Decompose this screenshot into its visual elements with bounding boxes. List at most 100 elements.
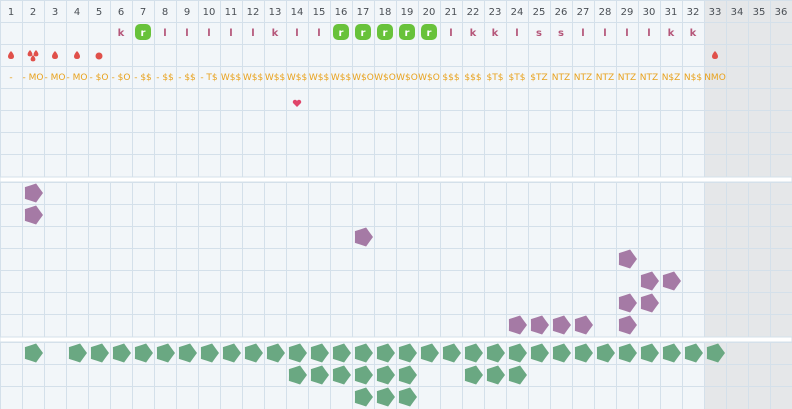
- column-header-15[interactable]: 15: [313, 7, 326, 18]
- code-label: - $$: [156, 73, 174, 83]
- column-header-28[interactable]: 28: [599, 7, 612, 18]
- letter-label: l: [207, 28, 210, 39]
- letter-cell[interactable]: l: [515, 28, 518, 39]
- column-header-26[interactable]: 26: [555, 7, 568, 18]
- column-header-36[interactable]: 36: [775, 7, 788, 18]
- letter-label: l: [515, 28, 518, 39]
- badge-r-cell[interactable]: r: [355, 24, 371, 40]
- column-header-16[interactable]: 16: [335, 7, 348, 18]
- code-label: - $O: [112, 73, 131, 83]
- badge-r-cell[interactable]: r: [421, 24, 437, 40]
- letter-cell[interactable]: k: [470, 28, 477, 39]
- code-label: - MO: [45, 73, 66, 83]
- letter-cell[interactable]: l: [647, 28, 650, 39]
- code-label: W$$: [287, 73, 307, 83]
- letter-label: k: [668, 28, 675, 39]
- code-label: - $O: [90, 73, 109, 83]
- letter-label: s: [536, 28, 542, 39]
- column-header-17[interactable]: 17: [357, 7, 370, 18]
- column-header-33[interactable]: 33: [709, 7, 722, 18]
- letter-cell[interactable]: l: [449, 28, 452, 39]
- letter-label: l: [251, 28, 254, 39]
- letter-cell[interactable]: l: [229, 28, 232, 39]
- code-label: W$O: [396, 73, 418, 83]
- code-label: - T$: [200, 73, 217, 83]
- column-header-12[interactable]: 12: [247, 7, 260, 18]
- column-header-29[interactable]: 29: [621, 7, 634, 18]
- column-header-3[interactable]: 3: [52, 7, 58, 18]
- column-header-4[interactable]: 4: [74, 7, 80, 18]
- letter-cell[interactable]: l: [185, 28, 188, 39]
- column-header-7[interactable]: 7: [140, 7, 146, 18]
- column-header-24[interactable]: 24: [511, 7, 524, 18]
- letter-cell[interactable]: k: [690, 28, 697, 39]
- letter-cell[interactable]: k: [492, 28, 499, 39]
- header-section: [0, 0, 792, 178]
- column-header-8[interactable]: 8: [162, 7, 168, 18]
- column-header-2[interactable]: 2: [30, 7, 36, 18]
- code-label: W$O: [418, 73, 440, 83]
- column-header-23[interactable]: 23: [489, 7, 502, 18]
- column-header-31[interactable]: 31: [665, 7, 678, 18]
- letter-cell[interactable]: l: [603, 28, 606, 39]
- letter-cell[interactable]: l: [251, 28, 254, 39]
- letter-cell[interactable]: k: [118, 28, 125, 39]
- column-header-34[interactable]: 34: [731, 7, 744, 18]
- letter-cell[interactable]: l: [207, 28, 210, 39]
- code-label: - MO: [23, 73, 44, 83]
- badge-r-cell[interactable]: r: [135, 24, 151, 40]
- badge-r-cell[interactable]: r: [333, 24, 349, 40]
- letter-cell[interactable]: l: [581, 28, 584, 39]
- column-header-35[interactable]: 35: [753, 7, 766, 18]
- letter-label: k: [470, 28, 477, 39]
- code-label: N$Z: [662, 73, 681, 83]
- letter-label: l: [295, 28, 298, 39]
- code-label: W$$: [243, 73, 263, 83]
- schedule-grid[interactable]: 1 2 3 4 5 6 7 8 9 10 11 12 13 14 15 16 17 18 19 20 21 22 23 24 2…: [0, 0, 792, 409]
- code-label: W$$: [331, 73, 351, 83]
- letter-label: l: [581, 28, 584, 39]
- column-header-14[interactable]: 14: [291, 7, 304, 18]
- letter-cell[interactable]: l: [295, 28, 298, 39]
- letter-label: k: [690, 28, 697, 39]
- column-header-32[interactable]: 32: [687, 7, 700, 18]
- letter-label: l: [603, 28, 606, 39]
- letter-cell[interactable]: l: [163, 28, 166, 39]
- letter-cell[interactable]: s: [536, 28, 542, 39]
- column-header-5[interactable]: 5: [96, 7, 102, 18]
- column-header-19[interactable]: 19: [401, 7, 414, 18]
- code-label: NTZ: [640, 73, 658, 83]
- dot-icon: [95, 52, 103, 60]
- column-header-10[interactable]: 10: [203, 7, 216, 18]
- code-label: -: [9, 73, 12, 83]
- column-header-1[interactable]: 1: [8, 7, 14, 18]
- column-header-25[interactable]: 25: [533, 7, 546, 18]
- code-label: $TZ: [530, 73, 547, 83]
- badge-letter: r: [427, 28, 432, 39]
- letter-cell[interactable]: l: [625, 28, 628, 39]
- letter-label: l: [625, 28, 628, 39]
- column-header-13[interactable]: 13: [269, 7, 282, 18]
- column-header-21[interactable]: 21: [445, 7, 458, 18]
- column-header-27[interactable]: 27: [577, 7, 590, 18]
- badge-letter: r: [383, 28, 388, 39]
- column-header-11[interactable]: 11: [225, 7, 238, 18]
- code-label: NTZ: [596, 73, 614, 83]
- column-header-6[interactable]: 6: [118, 7, 124, 18]
- column-header-22[interactable]: 22: [467, 7, 480, 18]
- column-header-30[interactable]: 30: [643, 7, 656, 18]
- letter-cell[interactable]: l: [317, 28, 320, 39]
- letter-cell[interactable]: k: [668, 28, 675, 39]
- column-header-20[interactable]: 20: [423, 7, 436, 18]
- column-header-18[interactable]: 18: [379, 7, 392, 18]
- badge-r-cell[interactable]: r: [399, 24, 415, 40]
- letter-label: l: [449, 28, 452, 39]
- code-label: W$$: [221, 73, 241, 83]
- letter-label: s: [558, 28, 564, 39]
- column-header-9[interactable]: 9: [184, 7, 190, 18]
- letter-cell[interactable]: s: [558, 28, 564, 39]
- code-label: W$$: [309, 73, 329, 83]
- letter-cell[interactable]: k: [272, 28, 279, 39]
- badge-r-cell[interactable]: r: [377, 24, 393, 40]
- letter-label: k: [118, 28, 125, 39]
